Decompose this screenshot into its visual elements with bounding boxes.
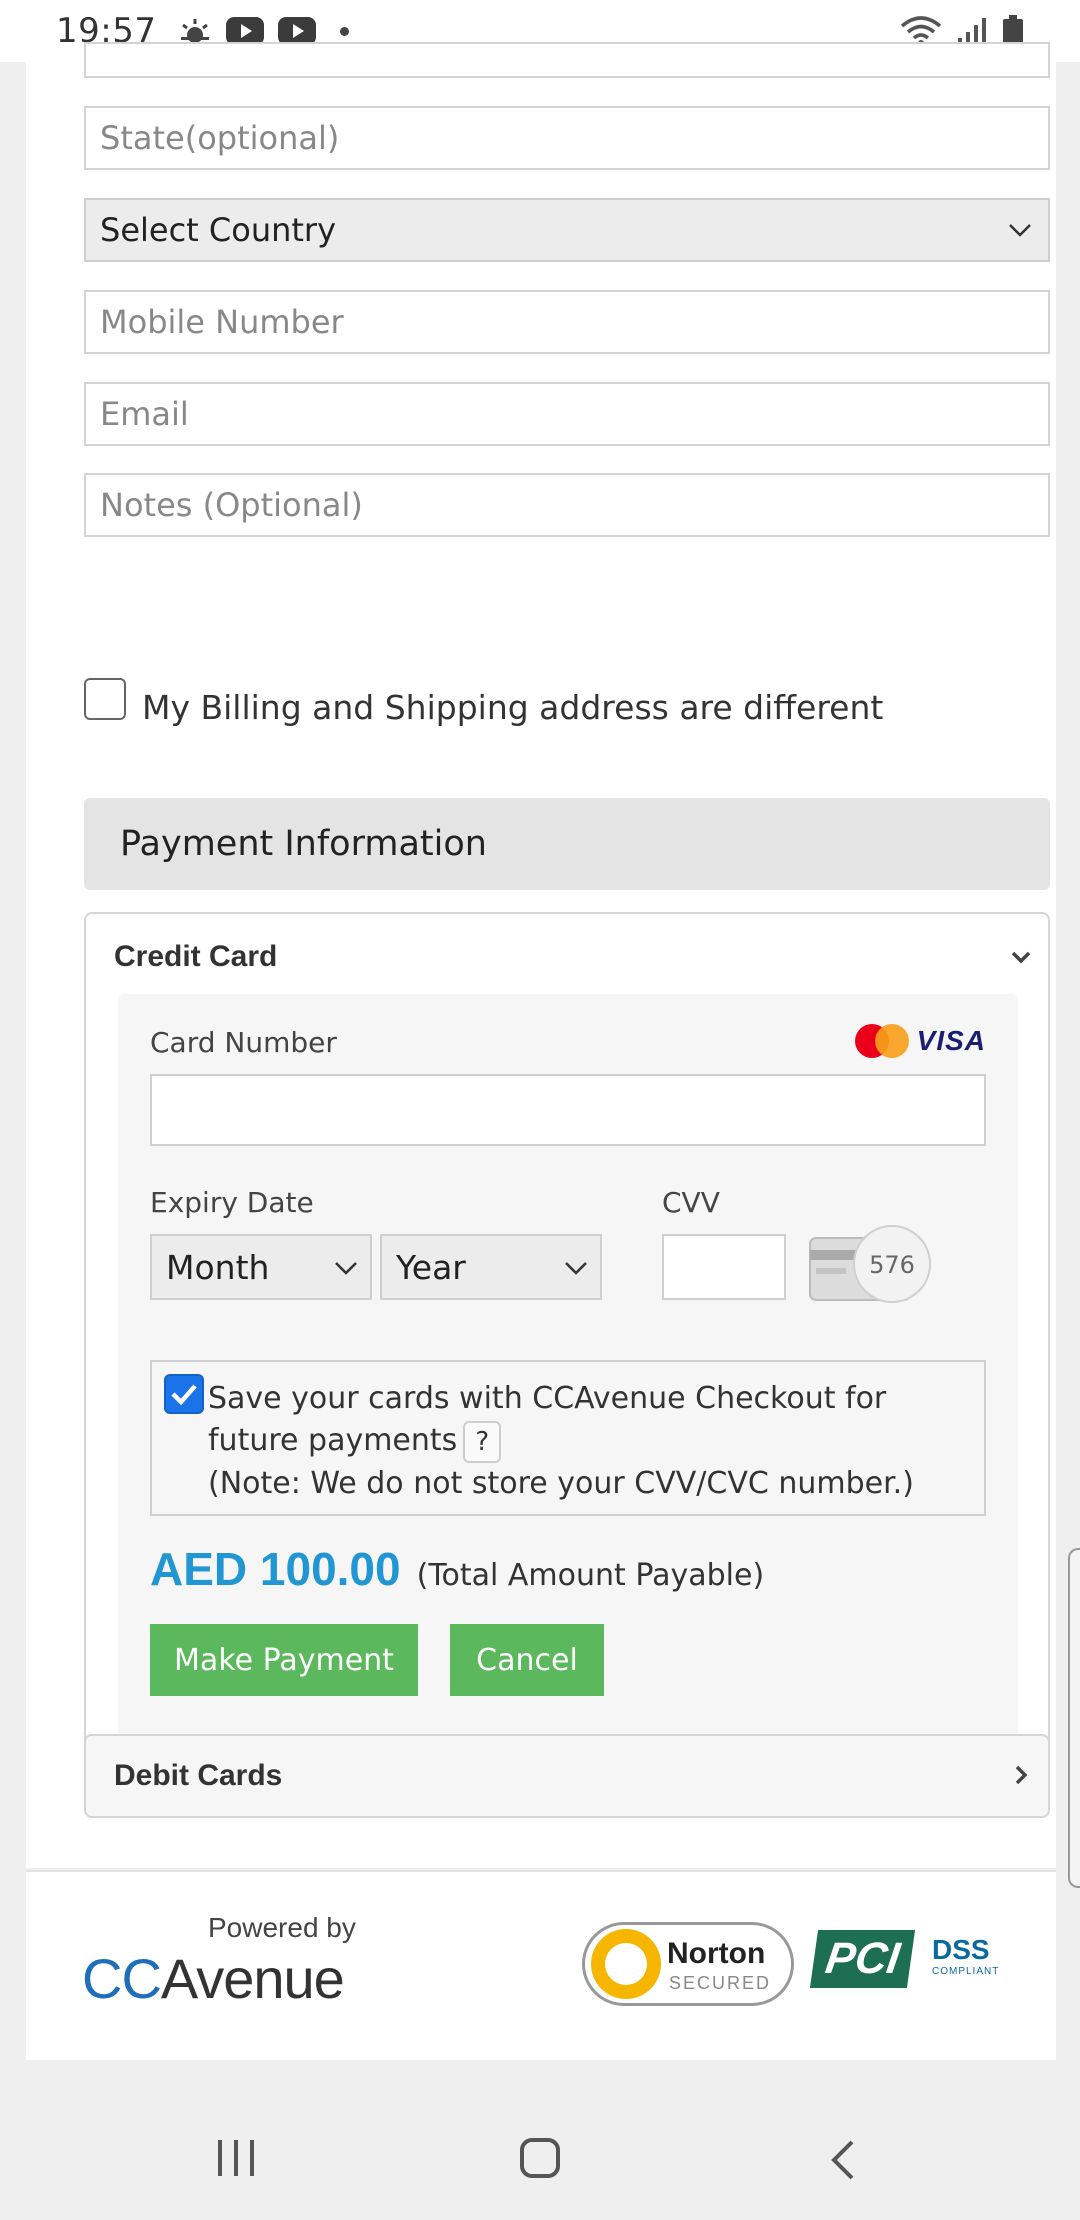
state-placeholder: State(optional) [100, 119, 340, 157]
country-select[interactable]: Select Country [84, 198, 1050, 262]
chevron-down-icon[interactable] [1008, 944, 1034, 970]
home-icon[interactable] [520, 2138, 560, 2178]
ccavenue-logo-avenue: Avenue [160, 1947, 345, 2010]
system-nav-bar [0, 2070, 1080, 2220]
norton-text: Norton [667, 1937, 766, 1970]
payment-information-title: Payment Information [120, 824, 487, 864]
debit-cards-panel[interactable]: Debit Cards [84, 1734, 1050, 1818]
cvv-label: CVV [662, 1186, 720, 1219]
city-field-partial[interactable] [84, 42, 1050, 78]
mastercard-icon [854, 1024, 909, 1058]
save-card-line1: Save your cards with CCAvenue Checkout f… [208, 1381, 887, 1416]
email-placeholder: Email [100, 395, 189, 433]
checkout-page: State(optional) Select Country Mobile Nu… [26, 42, 1056, 2060]
notes-field[interactable]: Notes (Optional) [84, 473, 1050, 537]
notes-placeholder: Notes (Optional) [100, 486, 363, 524]
checkmark-icon [171, 1384, 197, 1406]
card-brand-logos: VISA [854, 1024, 986, 1058]
recent-apps-icon[interactable] [218, 2140, 254, 2176]
status-notification-icons [178, 17, 350, 45]
back-icon[interactable] [828, 2138, 858, 2182]
youtube-icon [226, 17, 265, 45]
make-payment-button[interactable]: Make Payment [150, 1624, 418, 1696]
credit-card-panel: Credit Card Card Number VISA Expiry Date… [84, 912, 1050, 1772]
credit-card-form: Card Number VISA Expiry Date CVV Month Y… [118, 994, 1018, 1740]
expiry-year-value: Year [396, 1247, 466, 1287]
debit-cards-title: Debit Cards [114, 1759, 283, 1792]
ccavenue-logo: CCAvenue [82, 1946, 345, 2011]
total-amount: AED 100.00 [150, 1543, 401, 1595]
payment-information-header: Payment Information [84, 798, 1050, 890]
mobile-placeholder: Mobile Number [100, 303, 344, 341]
more-notifications-dot-icon [340, 26, 350, 36]
cvv-input[interactable] [662, 1234, 786, 1300]
powered-by-text: Powered by [208, 1912, 356, 1943]
scrollbar[interactable] [1068, 1548, 1080, 1888]
save-card-line2: future payments [208, 1423, 458, 1458]
save-card-text: Save your cards with CCAvenue Checkout f… [208, 1378, 968, 1505]
save-card-checkbox[interactable] [164, 1374, 204, 1414]
chevron-down-icon [1009, 224, 1031, 237]
expiry-year-select[interactable]: Year [380, 1234, 602, 1300]
norton-secured-badge: Norton SECURED [582, 1922, 794, 2006]
footer: Powered by CCAvenue Norton SECURED PCI D… [26, 1870, 1056, 2060]
save-card-box: Save your cards with CCAvenue Checkout f… [150, 1360, 986, 1516]
credit-card-title[interactable]: Credit Card [114, 940, 277, 974]
youtube-icon [278, 17, 317, 45]
chevron-down-icon [335, 1262, 357, 1275]
norton-check-icon [591, 1929, 661, 1999]
email-field[interactable]: Email [84, 382, 1050, 446]
billing-shipping-checkbox[interactable] [84, 677, 126, 720]
pci-dss-badge: PCI DSS COMPLIANT [809, 1930, 998, 1988]
expiry-month-value: Month [166, 1247, 270, 1287]
billing-shipping-label: My Billing and Shipping address are diff… [142, 688, 884, 727]
expiry-month-select[interactable]: Month [150, 1234, 372, 1300]
weather-sunrise-icon [181, 19, 210, 43]
total-amount-label: (Total Amount Payable) [416, 1558, 765, 1593]
chevron-right-icon [1015, 1765, 1028, 1785]
country-select-value: Select Country [100, 211, 337, 249]
card-number-input[interactable] [150, 1074, 986, 1146]
ccavenue-logo-cc: CC [82, 1947, 162, 2010]
amount-row: AED 100.00 (Total Amount Payable) [150, 1542, 764, 1596]
save-card-note: (Note: We do not store your CVV/CVC numb… [208, 1465, 914, 1501]
visa-icon: VISA [916, 1025, 986, 1056]
dss-text: DSS [932, 1934, 990, 1965]
cvv-hint-digits: 576 [869, 1251, 915, 1279]
norton-sub: SECURED [669, 1973, 772, 1993]
pci-text: PCI [809, 1930, 916, 1988]
state-field[interactable]: State(optional) [84, 106, 1050, 170]
save-card-line2-row: future payments? [208, 1420, 968, 1463]
mobile-number-field[interactable]: Mobile Number [84, 290, 1050, 354]
cvv-card-hint-icon: 576 [809, 1225, 931, 1303]
save-card-help-button[interactable]: ? [463, 1420, 502, 1463]
cancel-button[interactable]: Cancel [450, 1624, 604, 1696]
card-number-label: Card Number [150, 1026, 337, 1059]
chevron-down-icon [565, 1262, 587, 1275]
expiry-date-label: Expiry Date [150, 1186, 314, 1219]
billing-shipping-row[interactable]: My Billing and Shipping address are diff… [84, 670, 883, 727]
dss-sub: COMPLIANT [932, 1966, 1000, 1977]
